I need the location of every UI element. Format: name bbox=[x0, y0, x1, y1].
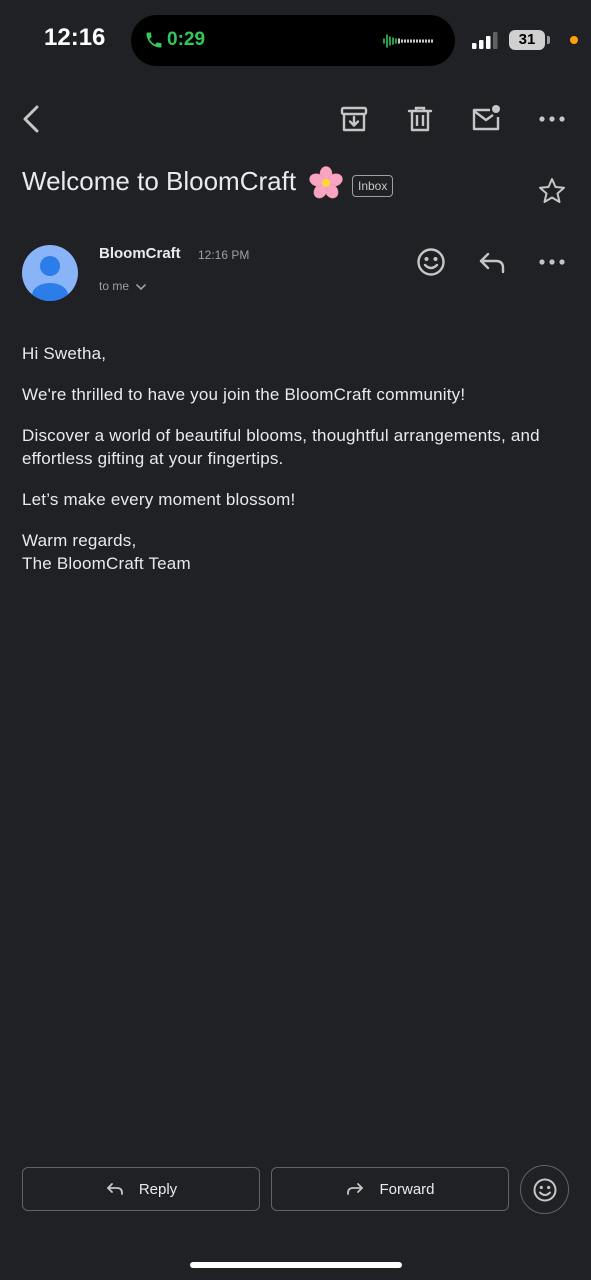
sender-avatar[interactable] bbox=[22, 245, 78, 301]
recipient-label: to me bbox=[99, 279, 130, 293]
back-icon bbox=[23, 105, 39, 133]
person-icon bbox=[32, 256, 68, 301]
mark-unread-icon bbox=[472, 105, 500, 131]
delete-button[interactable] bbox=[404, 103, 436, 135]
more-options-button[interactable] bbox=[536, 103, 568, 135]
battery-tip bbox=[547, 36, 550, 44]
sent-time: 12:16 PM bbox=[198, 248, 250, 262]
archive-button[interactable] bbox=[338, 103, 370, 135]
trash-icon bbox=[407, 106, 433, 132]
forward-icon bbox=[347, 1183, 364, 1195]
more-horizontal-icon bbox=[539, 259, 565, 265]
emoji-reaction-button[interactable] bbox=[520, 1165, 569, 1214]
forward-label: Forward bbox=[379, 1180, 435, 1198]
emoji-icon bbox=[533, 1178, 557, 1202]
body-greeting: Hi Swetha, bbox=[22, 344, 107, 363]
reply-icon bbox=[106, 1183, 123, 1195]
reply-label: Reply bbox=[138, 1180, 178, 1198]
cellular-signal-icon bbox=[472, 32, 498, 49]
more-horizontal-icon bbox=[539, 116, 565, 122]
status-time: 12:16 bbox=[44, 24, 106, 51]
home-indicator[interactable] bbox=[190, 1262, 402, 1268]
recipient-details-toggle[interactable]: to me bbox=[99, 279, 147, 293]
call-timer: 0:29 bbox=[167, 29, 206, 50]
body-closing: Warm regards, bbox=[22, 531, 137, 550]
mark-unread-button[interactable] bbox=[470, 103, 502, 135]
forward-action-button[interactable]: Forward bbox=[271, 1167, 509, 1211]
body-paragraph: We're thrilled to have you join the Bloo… bbox=[22, 385, 466, 404]
emoji-icon bbox=[417, 248, 445, 276]
archive-icon bbox=[340, 106, 368, 132]
dynamic-island[interactable]: 0:29 bbox=[131, 15, 455, 66]
body-paragraph: Discover a world of beautiful blooms, th… bbox=[22, 426, 540, 468]
body-paragraph: Let’s make every moment blossom! bbox=[22, 490, 296, 509]
add-reaction-button[interactable] bbox=[415, 246, 447, 278]
email-subject: Welcome to BloomCraft bbox=[22, 166, 297, 196]
back-button[interactable] bbox=[16, 103, 48, 135]
privacy-indicator-dot bbox=[570, 36, 578, 44]
reply-action-button[interactable]: Reply bbox=[22, 1167, 260, 1211]
cherry-blossom-icon bbox=[309, 166, 343, 199]
reply-button[interactable] bbox=[476, 246, 508, 278]
email-body: Hi Swetha, We're thrilled to have you jo… bbox=[22, 342, 572, 593]
inbox-label-chip[interactable]: Inbox bbox=[352, 175, 394, 197]
star-icon[interactable] bbox=[537, 176, 567, 206]
message-more-button[interactable] bbox=[536, 246, 568, 278]
audio-waveform-icon bbox=[383, 34, 433, 48]
sender-name[interactable]: BloomCraft bbox=[99, 245, 181, 262]
phone-icon bbox=[146, 32, 162, 48]
chevron-down-icon bbox=[136, 284, 147, 290]
email-view: 12:16 0:29 31 Welcome to BloomCraft Inbo… bbox=[0, 0, 591, 1280]
battery-indicator: 31 bbox=[509, 30, 545, 50]
body-signature: The BloomCraft Team bbox=[22, 554, 191, 573]
reply-icon bbox=[479, 252, 505, 274]
